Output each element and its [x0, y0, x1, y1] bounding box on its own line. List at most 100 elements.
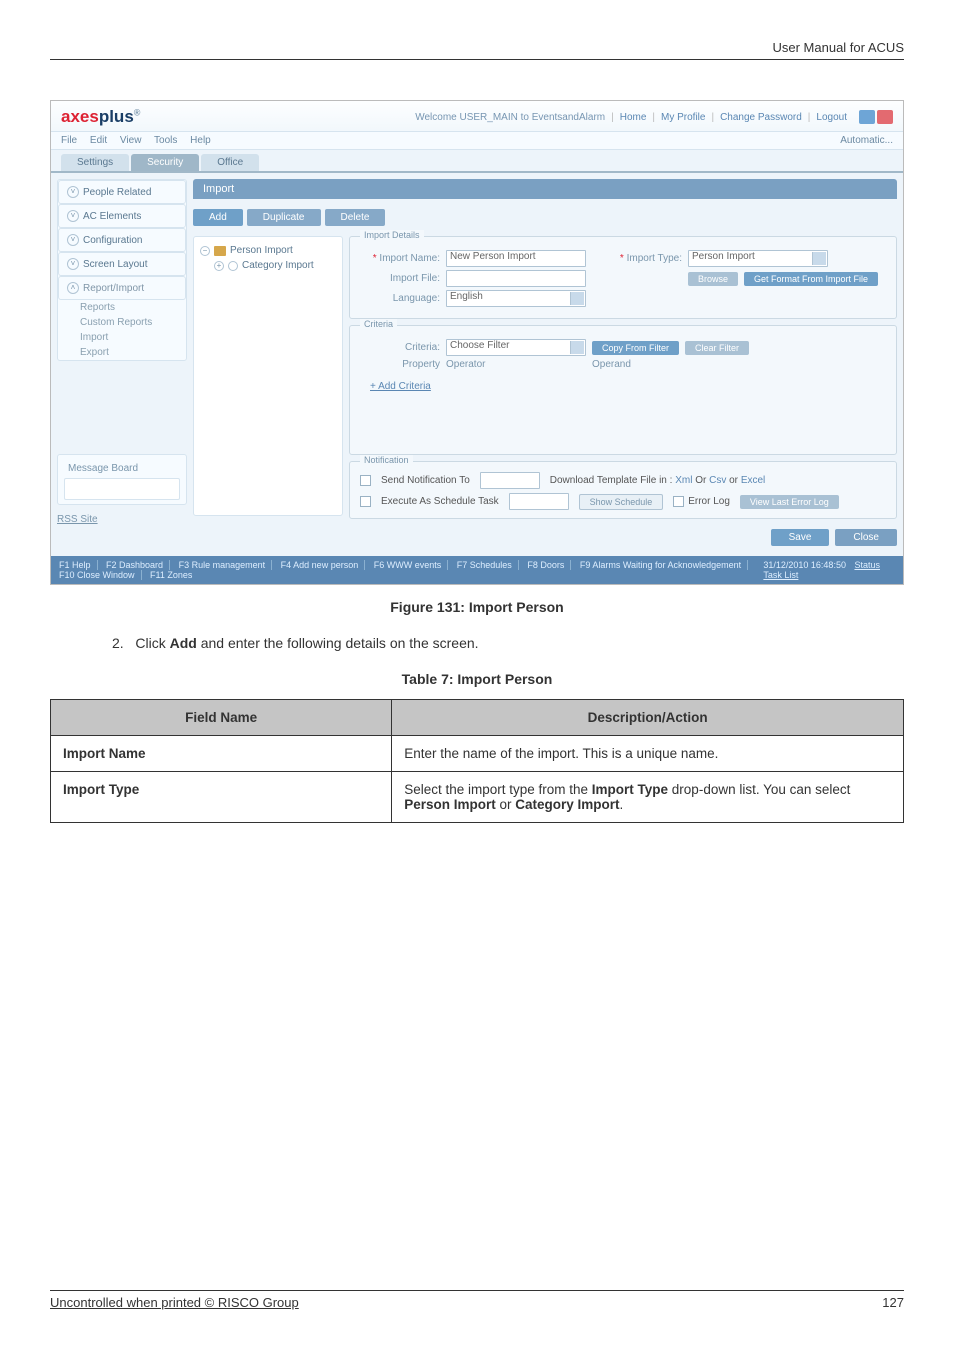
cell-field-name: Import Type — [51, 772, 392, 823]
label-import-type: Import Type: — [592, 253, 682, 264]
fkey-f8[interactable]: F8 Doors — [527, 560, 571, 570]
sidebar-item-config[interactable]: ˅ Configuration — [58, 228, 186, 252]
nav-profile[interactable]: My Profile — [661, 112, 705, 123]
message-board-box — [64, 478, 180, 500]
send-notification-checkbox[interactable] — [360, 475, 371, 486]
tab-settings[interactable]: Settings — [61, 154, 129, 171]
table-caption: Table 7: Import Person — [50, 671, 904, 687]
sidebar-item-people[interactable]: ˅People Related — [58, 180, 186, 204]
sidebar-label: Configuration — [83, 235, 142, 246]
clear-filter-button[interactable]: Clear Filter — [685, 341, 749, 355]
execute-schedule-label: Execute As Schedule Task — [381, 496, 499, 507]
cell-field-name: Import Name — [51, 736, 392, 772]
nav-logout[interactable]: Logout — [816, 112, 847, 123]
close-button[interactable]: Close — [835, 529, 897, 546]
sidebar-item-screen[interactable]: ˅Screen Layout — [58, 252, 186, 276]
copy-filter-button[interactable]: Copy From Filter — [592, 341, 679, 355]
import-name-input[interactable]: New Person Import — [446, 250, 586, 267]
tree-item-category[interactable]: +Category Import — [200, 258, 336, 273]
minus-icon: − — [200, 246, 210, 256]
sidebar-sub-import[interactable]: Import — [58, 330, 186, 345]
fkey-f7[interactable]: F7 Schedules — [457, 560, 519, 570]
fkey-f3[interactable]: F3 Rule management — [179, 560, 273, 570]
add-criteria-link[interactable]: + Add Criteria — [370, 381, 431, 392]
bullet-icon — [228, 261, 238, 271]
menu-help[interactable]: Help — [190, 135, 211, 146]
fkey-f9[interactable]: F9 Alarms Waiting for Acknowledgement — [580, 560, 748, 570]
fkey-f2[interactable]: F2 Dashboard — [106, 560, 170, 570]
fkey-f4[interactable]: F4 Add new person — [281, 560, 366, 570]
dl-excel-link[interactable]: Excel — [741, 475, 765, 486]
step-text: Click — [135, 635, 169, 651]
label-operator: Operator — [446, 359, 586, 370]
dl-xml-link[interactable]: Xml — [675, 475, 692, 486]
desc-text: or — [496, 797, 516, 812]
fkey-f6[interactable]: F6 WWW events — [374, 560, 449, 570]
fkey-f1[interactable]: F1 Help — [59, 560, 98, 570]
sidebar-item-ac[interactable]: ˅AC Elements — [58, 204, 186, 228]
notification-to-input[interactable] — [480, 472, 540, 489]
header-rule — [50, 59, 904, 60]
minimize-icon[interactable] — [859, 110, 875, 124]
nav-home[interactable]: Home — [620, 112, 647, 123]
error-log-label: Error Log — [688, 496, 730, 507]
welcome-text: Welcome USER_MAIN to EventsandAlarm — [415, 112, 605, 123]
nav-change-password[interactable]: Change Password — [720, 112, 802, 123]
tab-office[interactable]: Office — [201, 154, 259, 171]
menu-tools[interactable]: Tools — [154, 135, 177, 146]
or-text: Or — [695, 475, 706, 486]
label-import-file: Import File: — [360, 273, 440, 284]
tab-security[interactable]: Security — [131, 154, 199, 171]
criteria-select[interactable]: Choose Filter — [446, 339, 586, 356]
app-logo: axesplus® — [61, 107, 140, 127]
dl-csv-link[interactable]: Csv — [709, 475, 726, 486]
chevron-down-icon: ˅ — [67, 234, 79, 246]
fieldset-criteria: Criteria — [360, 319, 397, 329]
rss-link[interactable]: RSS Site — [57, 514, 187, 525]
language-select[interactable]: English — [446, 290, 586, 307]
col-description: Description/Action — [392, 700, 904, 736]
tasklist-link[interactable]: Task List — [763, 570, 798, 580]
status-link[interactable]: Status — [854, 560, 880, 570]
browse-button[interactable]: Browse — [688, 272, 738, 286]
show-schedule-button[interactable]: Show Schedule — [579, 494, 664, 510]
delete-button[interactable]: Delete — [325, 209, 386, 226]
menu-file[interactable]: File — [61, 135, 77, 146]
desc-text: Select the import type from the — [404, 782, 592, 797]
logo-prefix: axes — [61, 107, 99, 126]
view-last-button[interactable]: View Last Error Log — [740, 495, 839, 509]
step-2: 2. Click Add and enter the following det… — [112, 635, 904, 651]
import-file-input[interactable] — [446, 270, 586, 287]
menu-edit[interactable]: Edit — [90, 135, 107, 146]
fieldset-notification: Notification — [360, 455, 413, 465]
add-button[interactable]: Add — [193, 209, 243, 226]
sidebar-sub-reports[interactable]: Reports — [58, 300, 186, 315]
step-bold: Add — [170, 635, 197, 651]
duplicate-button[interactable]: Duplicate — [247, 209, 321, 226]
close-icon[interactable] — [877, 110, 893, 124]
sidebar-label: Report/Import — [83, 283, 144, 294]
sidebar-sub-export[interactable]: Export — [58, 345, 186, 360]
execute-schedule-checkbox[interactable] — [360, 496, 371, 507]
page-number: 127 — [882, 1295, 904, 1310]
import-type-select[interactable]: Person Import — [688, 250, 828, 267]
error-log-checkbox[interactable] — [673, 496, 684, 507]
desc-text: Enter the name of the import. This is a … — [404, 746, 718, 761]
or-text: or — [729, 475, 738, 486]
sidebar-sub-custom[interactable]: Custom Reports — [58, 315, 186, 330]
save-button[interactable]: Save — [771, 529, 830, 546]
send-notification-label: Send Notification To — [381, 475, 470, 486]
sidebar-item-report[interactable]: ˄Report/Import — [58, 276, 186, 300]
get-format-button[interactable]: Get Format From Import File — [744, 272, 878, 286]
fkey-f11[interactable]: F11 Zones — [150, 570, 198, 580]
schedule-input[interactable] — [509, 493, 569, 510]
step-text-rest: and enter the following details on the s… — [197, 635, 479, 651]
page-header: User Manual for ACUS — [50, 40, 904, 59]
automatic-label: Automatic... — [840, 135, 893, 146]
desc-bold: Import Type — [592, 782, 668, 797]
screenshot: axesplus® Welcome USER_MAIN to Eventsand… — [50, 100, 904, 585]
download-template-label: Download Template File in : Xml Or Csv o… — [550, 475, 766, 486]
tree-item-person[interactable]: −Person Import — [200, 243, 336, 258]
fkey-f10[interactable]: F10 Close Window — [59, 570, 142, 580]
menu-view[interactable]: View — [120, 135, 142, 146]
